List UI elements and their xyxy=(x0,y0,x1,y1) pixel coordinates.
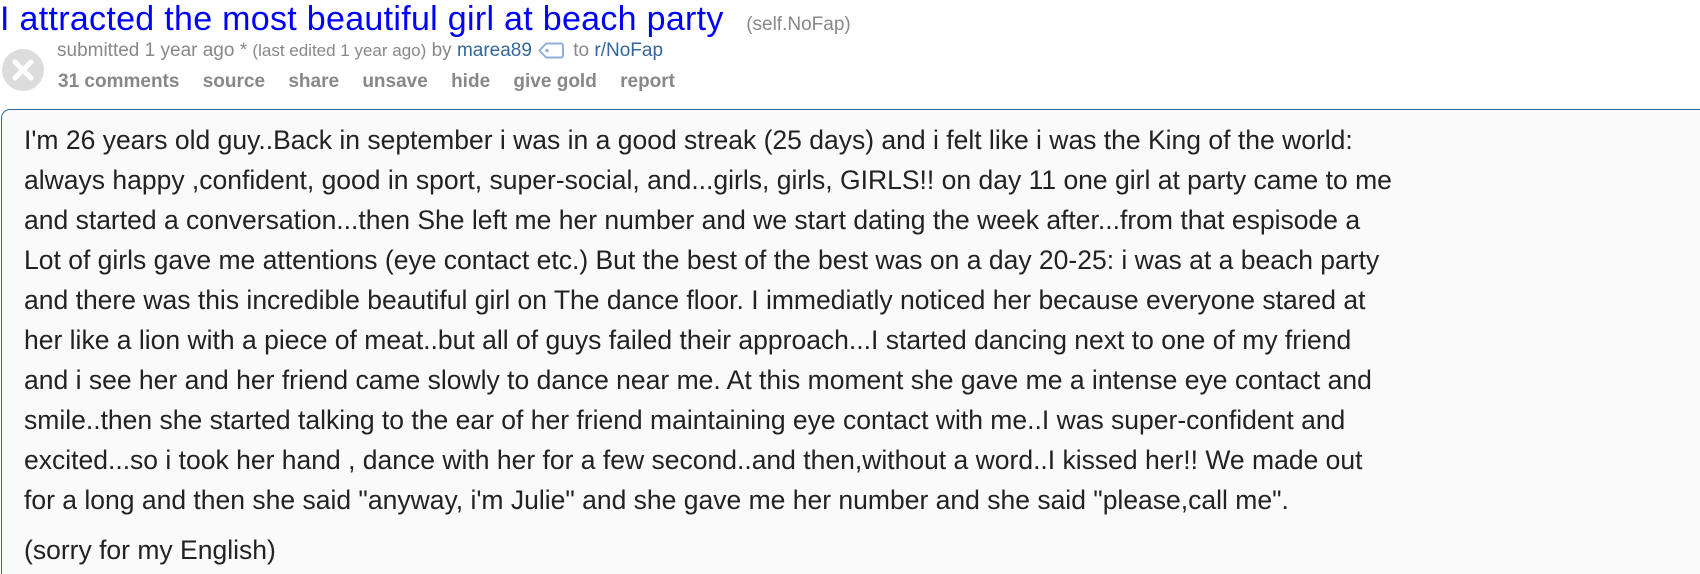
give-gold-button[interactable]: give gold xyxy=(513,71,596,92)
post-body-paragraph: (sorry for my English) xyxy=(24,535,276,565)
post-body-box: I'm 26 years old guy..Back in september … xyxy=(1,109,1700,574)
unsave-button[interactable]: unsave xyxy=(362,71,427,92)
post: I attracted the most beautiful girl at b… xyxy=(0,0,1700,574)
tagline: submitted 1 year ago * (last edited 1 ye… xyxy=(57,40,663,65)
close-icon[interactable] xyxy=(2,49,44,91)
post-buttons: 31 comments source share unsave hide giv… xyxy=(58,71,693,93)
share-button[interactable]: share xyxy=(288,71,339,92)
hide-button[interactable]: hide xyxy=(451,71,490,92)
author-link[interactable]: marea89 xyxy=(457,40,532,61)
post-body: I'm 26 years old guy..Back in september … xyxy=(24,120,1700,570)
post-title-link[interactable]: I attracted the most beautiful girl at b… xyxy=(0,0,724,38)
subreddit-link[interactable]: r/NoFap xyxy=(594,40,663,61)
tagline-submitted: submitted xyxy=(57,40,140,61)
tagline-to: to xyxy=(573,40,590,61)
report-button[interactable]: report xyxy=(620,71,675,92)
post-domain[interactable]: (self.NoFap) xyxy=(746,14,851,35)
tagline-by: by xyxy=(431,40,452,61)
source-button[interactable]: source xyxy=(203,71,265,92)
tag-icon[interactable] xyxy=(538,42,564,65)
comments-button[interactable]: 31 comments xyxy=(58,71,179,92)
tagline-edited-marker: * xyxy=(239,40,248,61)
title-row: I attracted the most beautiful girl at b… xyxy=(0,0,851,42)
post-body-paragraph: I'm 26 years old guy..Back in september … xyxy=(24,125,1392,515)
tagline-time: 1 year ago xyxy=(144,40,235,61)
tagline-edited: (last edited 1 year ago) xyxy=(252,41,427,60)
